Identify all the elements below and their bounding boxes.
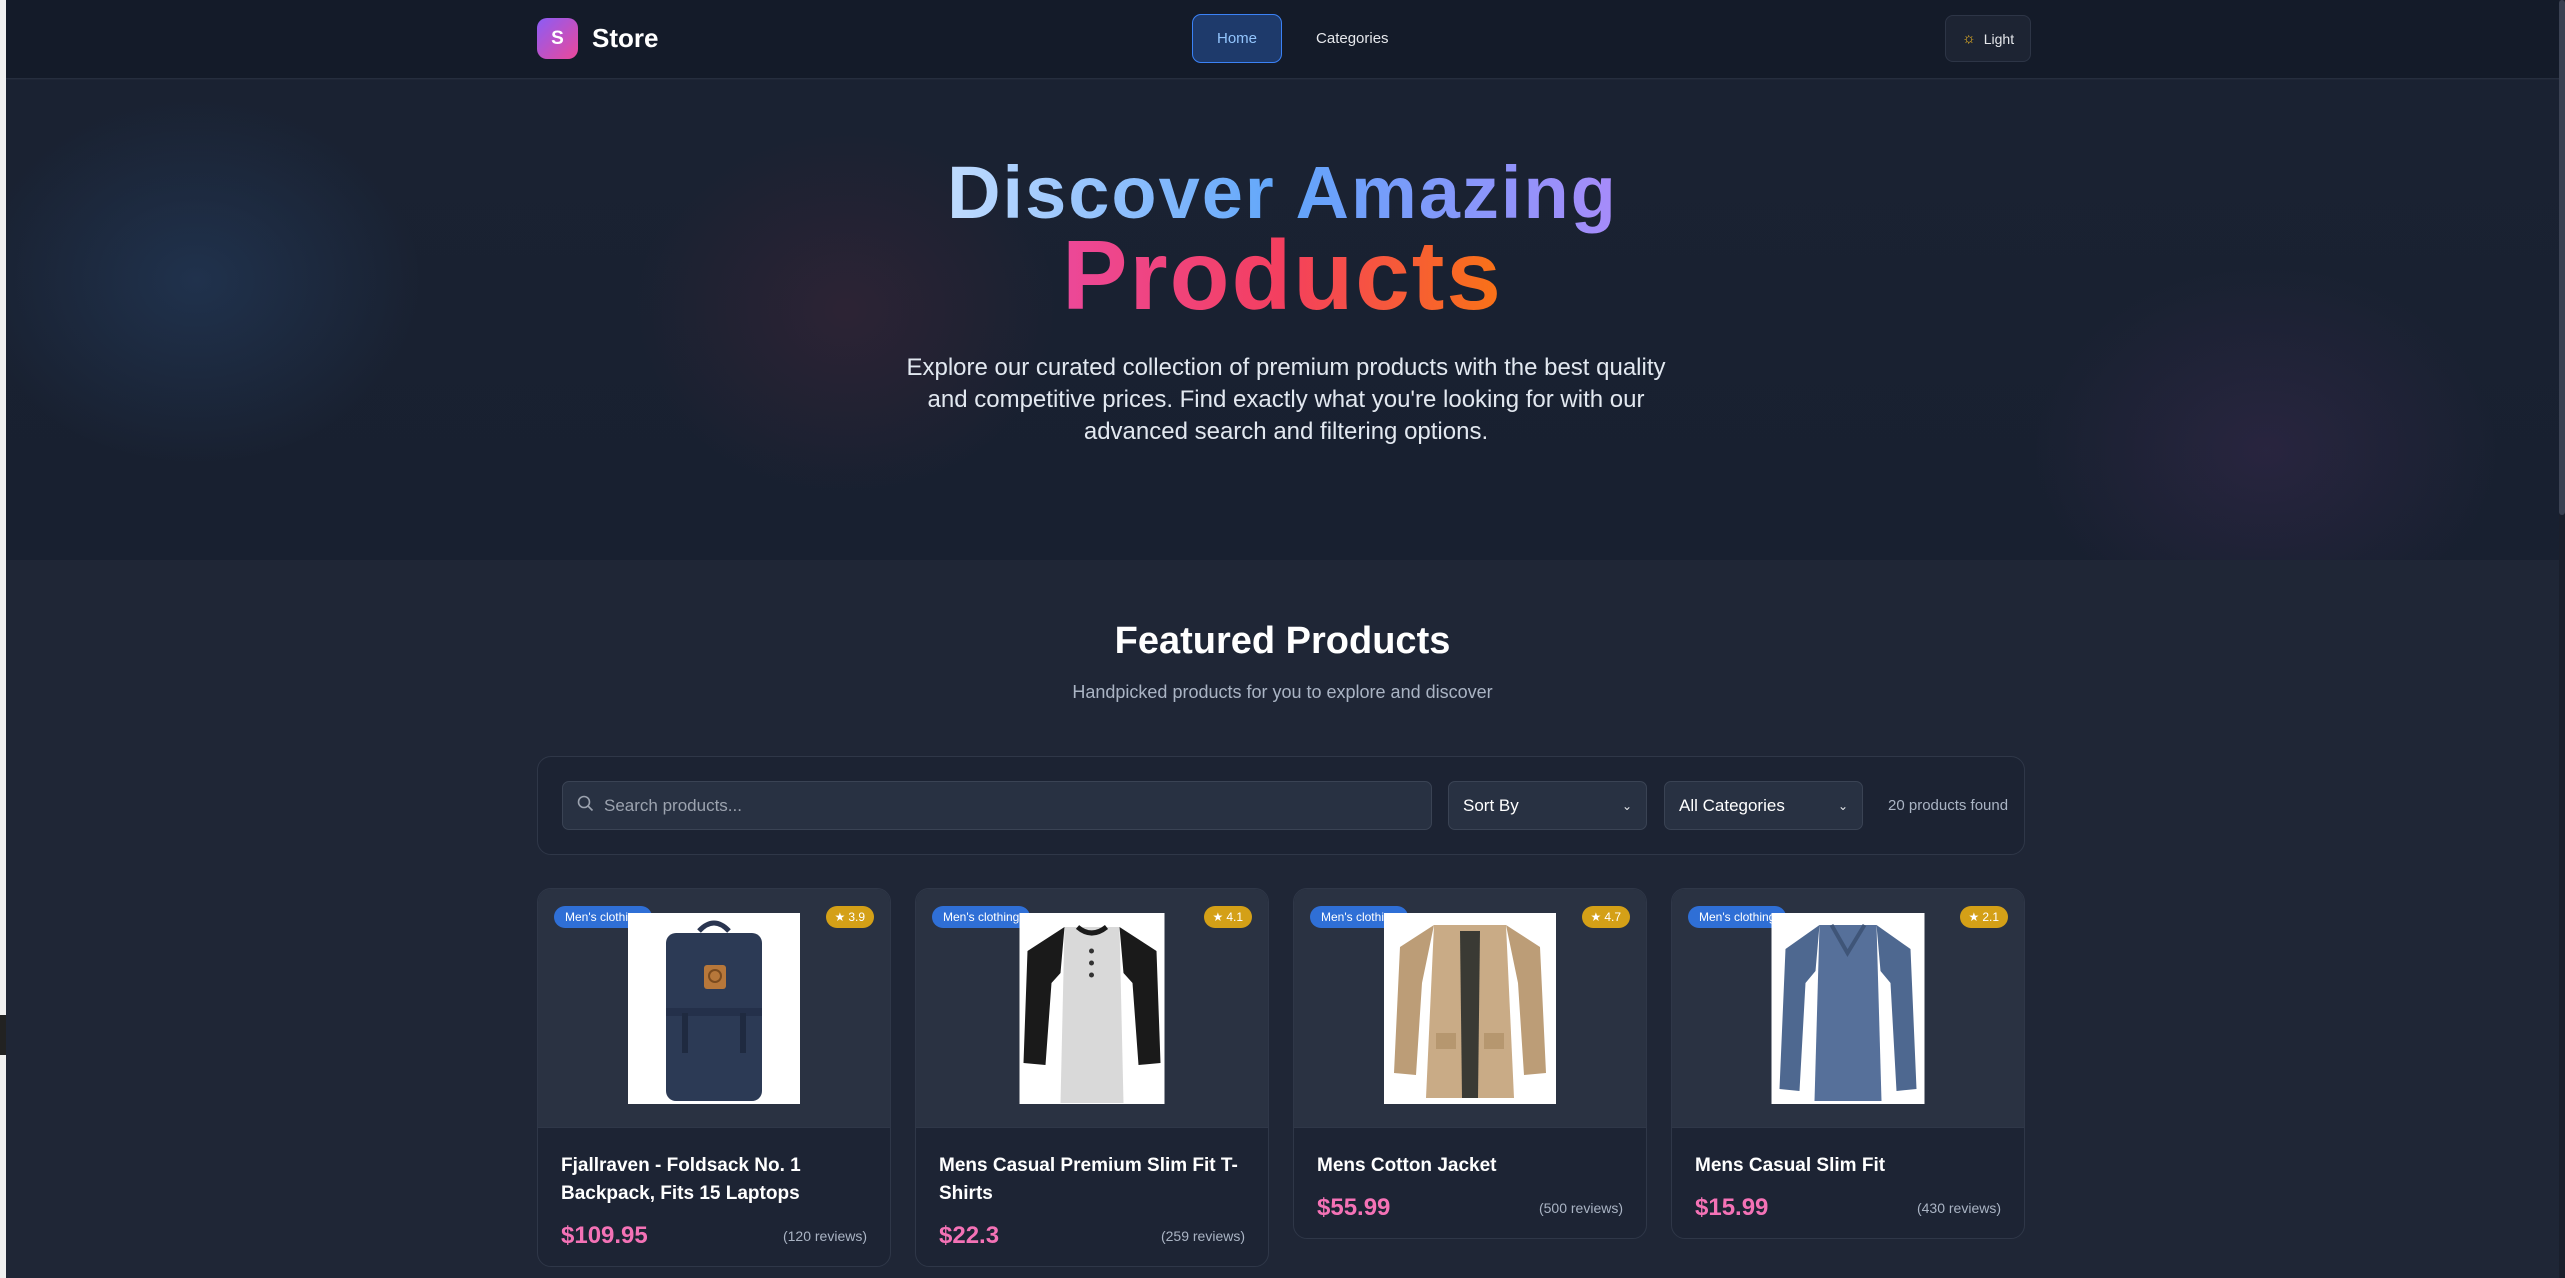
nav-home[interactable]: Home <box>1192 14 1283 63</box>
scrollbar[interactable] <box>2559 0 2565 1278</box>
product-image-raglan-tshirt[interactable] <box>1019 913 1165 1104</box>
rating-badge: ★ 3.9 <box>825 906 874 928</box>
product-image-longsleeve-shirt[interactable] <box>1771 913 1925 1104</box>
rating-badge: ★ 4.7 <box>1581 906 1630 928</box>
product-price: $22.3 <box>939 1222 1000 1249</box>
product-title[interactable]: Mens Cotton Jacket <box>1317 1152 1623 1180</box>
hero-title-line2: Products <box>1062 220 1503 330</box>
product-price: $55.99 <box>1317 1194 1391 1221</box>
product-title[interactable]: Mens Casual Slim Fit <box>1695 1152 2001 1180</box>
logo-icon: S <box>537 18 578 59</box>
review-count: (259 reviews) <box>1160 1228 1245 1244</box>
featured-title: Featured Products <box>1114 620 1451 662</box>
star-icon: ★ <box>1212 910 1224 924</box>
search-icon <box>577 795 594 817</box>
review-count: (120 reviews) <box>782 1228 867 1244</box>
product-image-cotton-jacket[interactable] <box>1384 913 1556 1104</box>
product-card[interactable]: Men's clothing ★ 4.1 Mens Casual Premium … <box>915 888 1269 1267</box>
star-icon: ★ <box>1968 910 1980 924</box>
chevron-down-icon: ⌄ <box>1837 798 1848 813</box>
category-badge: Men's clothing <box>932 906 1031 928</box>
hero-section: Discover Amazing Products Explore our cu… <box>6 80 2559 560</box>
search-input[interactable] <box>604 795 1424 816</box>
rating-badge: ★ 4.1 <box>1203 906 1252 928</box>
sort-select-label: Sort By <box>1463 795 1519 815</box>
product-title[interactable]: Mens Casual Premium Slim Fit T-Shirts <box>939 1152 1245 1208</box>
nav-categories[interactable]: Categories <box>1292 14 1413 63</box>
product-body: Mens Casual Slim Fit $15.99 (430 reviews… <box>1672 1128 2024 1238</box>
main-nav: Home Categories <box>1192 14 1413 63</box>
star-icon: ★ <box>834 910 846 924</box>
category-select-label: All Categories <box>1679 795 1785 815</box>
product-body: Mens Cotton Jacket $55.99 (500 reviews) <box>1294 1128 1646 1238</box>
product-price: $109.95 <box>561 1222 648 1249</box>
product-image-backpack[interactable] <box>628 913 800 1104</box>
review-count: (500 reviews) <box>1538 1200 1623 1216</box>
brand-name: Store <box>592 23 659 53</box>
star-icon: ★ <box>1590 910 1602 924</box>
category-select[interactable]: All Categories ⌄ <box>1664 781 1863 830</box>
rating-value: 4.1 <box>1226 910 1243 924</box>
rating-value: 2.1 <box>1982 910 1999 924</box>
product-card[interactable]: Men's clothing ★ 4.7 Mens Cotton Jacket $… <box>1293 888 1647 1239</box>
top-navbar: S Store Home Categories ☼ Light <box>6 0 2559 79</box>
sort-select[interactable]: Sort By ⌄ <box>1448 781 1647 830</box>
scrollbar-thumb[interactable] <box>2559 0 2565 515</box>
rating-badge: ★ 2.1 <box>1959 906 2008 928</box>
product-media: Men's clothing ★ 4.7 <box>1294 889 1646 1128</box>
product-body: Fjallraven - Foldsack No. 1 Backpack, Fi… <box>538 1128 890 1266</box>
product-media: Men's clothing ★ 3.9 <box>538 889 890 1128</box>
hero-title-line1: Discover Amazing <box>947 151 1618 234</box>
product-title[interactable]: Fjallraven - Foldsack No. 1 Backpack, Fi… <box>561 1152 867 1208</box>
filter-bar: Sort By ⌄ All Categories ⌄ 20 products f… <box>537 756 2025 855</box>
hero-description: Explore our curated collection of premiu… <box>906 354 1666 445</box>
product-footer: $109.95 (120 reviews) <box>561 1222 867 1250</box>
product-footer: $55.99 (500 reviews) <box>1317 1194 1623 1222</box>
search-box <box>562 781 1432 830</box>
product-card[interactable]: Men's clothing ★ 3.9 Fjallraven - Foldsac… <box>537 888 891 1267</box>
product-media: Men's clothing ★ 2.1 <box>1672 889 2024 1128</box>
review-count: (430 reviews) <box>1916 1200 2001 1216</box>
theme-toggle-button[interactable]: ☼ Light <box>1945 15 2032 62</box>
product-media: Men's clothing ★ 4.1 <box>916 889 1268 1128</box>
rating-value: 4.7 <box>1604 910 1621 924</box>
product-price: $15.99 <box>1695 1194 1769 1221</box>
product-card[interactable]: Men's clothing ★ 2.1 Mens Casual Slim Fit… <box>1671 888 2025 1239</box>
rating-value: 3.9 <box>848 910 865 924</box>
product-footer: $22.3 (259 reviews) <box>939 1222 1245 1250</box>
chevron-down-icon: ⌄ <box>1621 798 1632 813</box>
brand[interactable]: S Store <box>537 18 658 59</box>
product-footer: $15.99 (430 reviews) <box>1695 1194 2001 1222</box>
sun-icon: ☼ <box>1962 30 1976 47</box>
featured-subtitle: Handpicked products for you to explore a… <box>1072 682 1493 702</box>
product-body: Mens Casual Premium Slim Fit T-Shirts $2… <box>916 1128 1268 1266</box>
theme-toggle-label: Light <box>1983 30 2015 47</box>
results-count: 20 products found <box>1888 797 2009 814</box>
